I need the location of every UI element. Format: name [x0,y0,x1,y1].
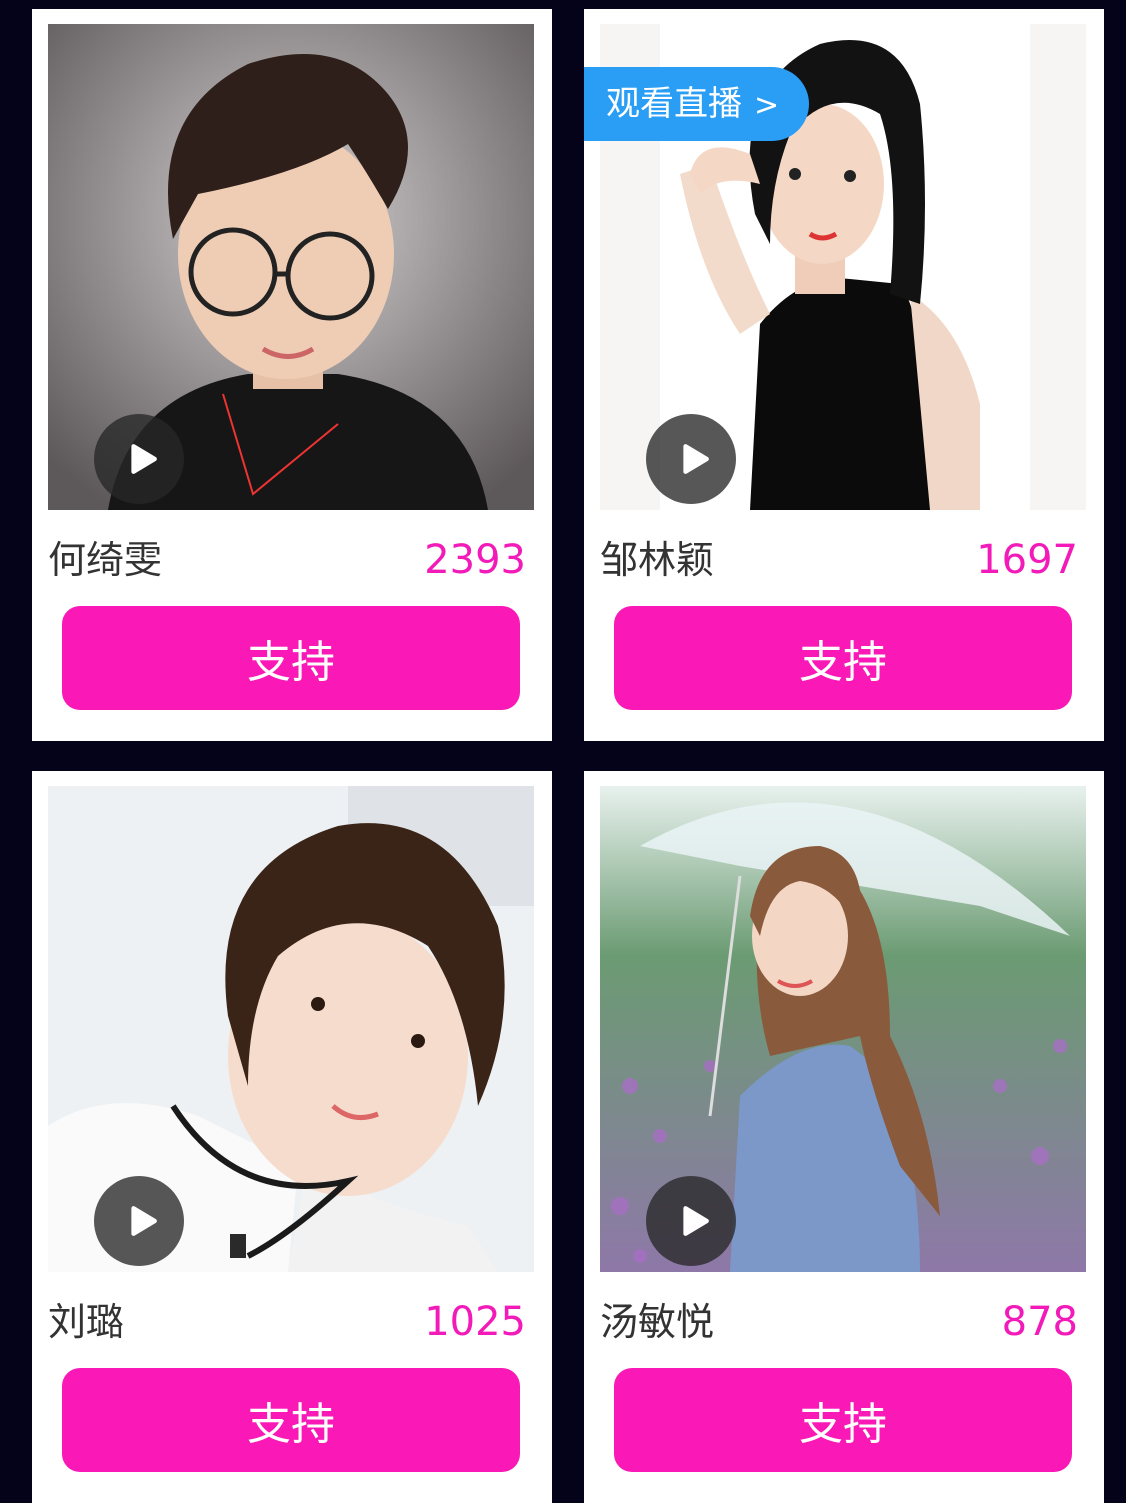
contestant-card: 观看直播 > 邹林颖 1697 支持 [584,9,1104,741]
play-video-button[interactable] [94,414,184,504]
play-icon [682,1206,709,1236]
support-button[interactable]: 支持 [62,606,520,710]
support-button[interactable]: 支持 [614,1368,1072,1472]
watch-live-button[interactable]: 观看直播 > [584,67,809,141]
watch-live-label: 观看直播 [606,84,742,124]
vote-count: 1697 [976,537,1078,583]
play-video-button[interactable] [94,1176,184,1266]
play-video-button[interactable] [646,414,736,504]
play-video-button[interactable] [646,1176,736,1266]
play-icon [130,1206,157,1236]
chevron-right-icon: > [754,88,780,123]
support-button[interactable]: 支持 [62,1368,520,1472]
contestant-name: 何绮雯 [48,538,163,582]
contestant-photo[interactable] [48,786,534,1272]
play-icon [130,444,157,474]
contestant-card: 汤敏悦 878 支持 [584,771,1104,1503]
contestant-name: 刘璐 [48,1300,125,1344]
play-icon [682,444,709,474]
contestant-name: 汤敏悦 [600,1300,715,1344]
contestant-card: 刘璐 1025 支持 [32,771,552,1503]
vote-count: 2393 [424,537,526,583]
vote-count: 878 [1001,1299,1078,1345]
contestant-photo[interactable] [48,24,534,510]
support-button[interactable]: 支持 [614,606,1072,710]
vote-count: 1025 [424,1299,526,1345]
contestant-photo[interactable] [600,786,1086,1272]
contestant-card: 何绮雯 2393 支持 [32,9,552,741]
contestant-name: 邹林颖 [600,538,715,582]
